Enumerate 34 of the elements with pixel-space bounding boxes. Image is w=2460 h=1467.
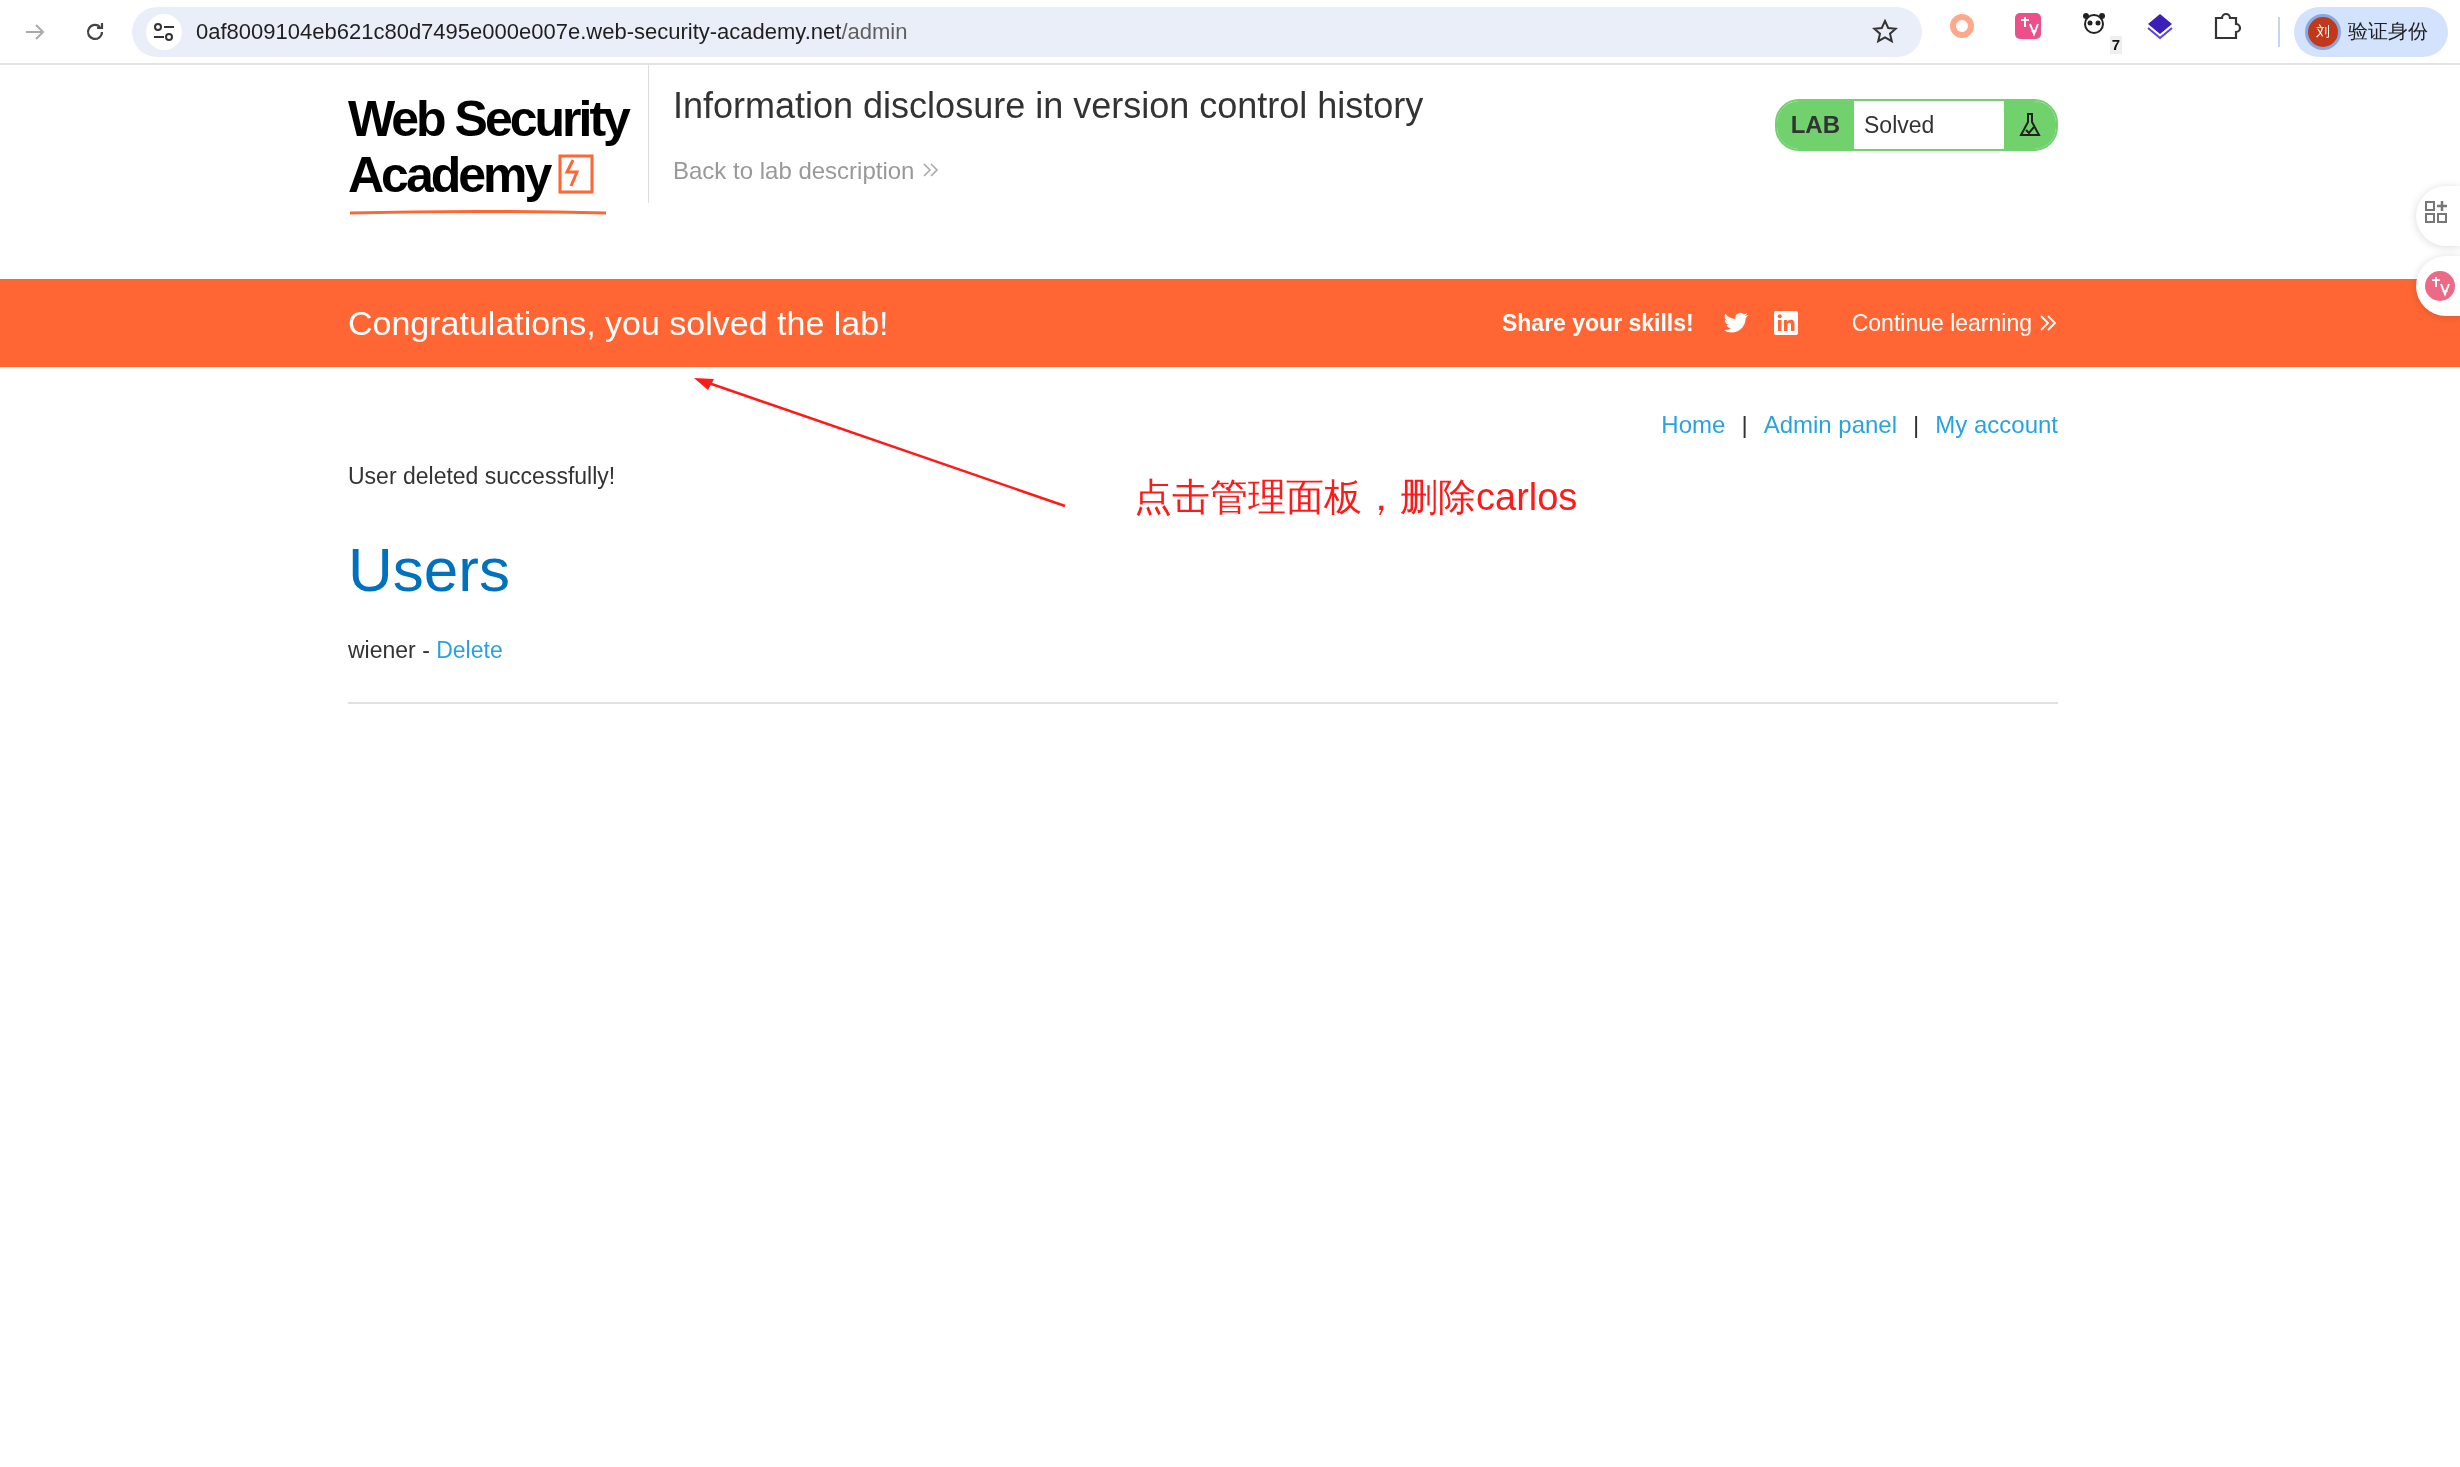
username: wiener - bbox=[348, 637, 431, 663]
address-bar[interactable]: 0af8009104eb621c80d7495e000e007e.web-security-academy.net/admin bbox=[132, 6, 1922, 57]
star-icon bbox=[1872, 18, 1898, 45]
linkedin-icon[interactable] bbox=[1771, 309, 1800, 337]
flask-icon bbox=[2019, 112, 2041, 138]
side-panel-button[interactable] bbox=[2416, 256, 2460, 316]
lightning-logo-icon bbox=[557, 152, 596, 196]
url-text[interactable]: 0af8009104eb621c80d7495e000e007e.web-security-academy.net/admin bbox=[196, 18, 1848, 45]
success-message: Congratulations, you solved the lab! bbox=[348, 303, 890, 343]
nav-link[interactable]: My account bbox=[1935, 411, 2058, 439]
back-link[interactable]: Back to lab description bbox=[673, 157, 942, 185]
status-message: User deleted successfully! bbox=[348, 463, 617, 490]
profile-button[interactable]: 刘 验证身份 bbox=[2294, 6, 2448, 57]
logo-text: Academy bbox=[348, 147, 552, 203]
continue-learning-link[interactable]: Continue learning bbox=[1851, 309, 2058, 337]
logo-text: Web Security bbox=[348, 91, 630, 147]
annotation-text: 点击管理面板，删除carlos bbox=[1134, 475, 1578, 520]
avatar: 刘 bbox=[2308, 16, 2338, 47]
nav-link[interactable]: Admin panel bbox=[1763, 411, 1898, 439]
tune-icon bbox=[153, 21, 175, 42]
lab-title: Information disclosure in version control history bbox=[673, 85, 1425, 127]
delete-link[interactable]: Delete bbox=[436, 637, 503, 663]
site-info-button[interactable] bbox=[146, 13, 182, 50]
double-chevron-icon bbox=[2038, 313, 2058, 333]
translate-icon bbox=[2424, 270, 2456, 302]
nav-separator: | bbox=[1913, 411, 1920, 439]
nav-link[interactable]: Home bbox=[1661, 411, 1726, 439]
extension-badge: 7 bbox=[2109, 35, 2122, 54]
side-panel-button[interactable] bbox=[2416, 186, 2460, 246]
nav-separator: | bbox=[1741, 411, 1748, 439]
lab-status-badge: LAB Solved bbox=[1774, 99, 2058, 151]
page-heading: Users bbox=[348, 534, 511, 605]
share-label: Share your skills! bbox=[1501, 309, 1694, 337]
extension-button[interactable]: 7 bbox=[2078, 9, 2122, 54]
